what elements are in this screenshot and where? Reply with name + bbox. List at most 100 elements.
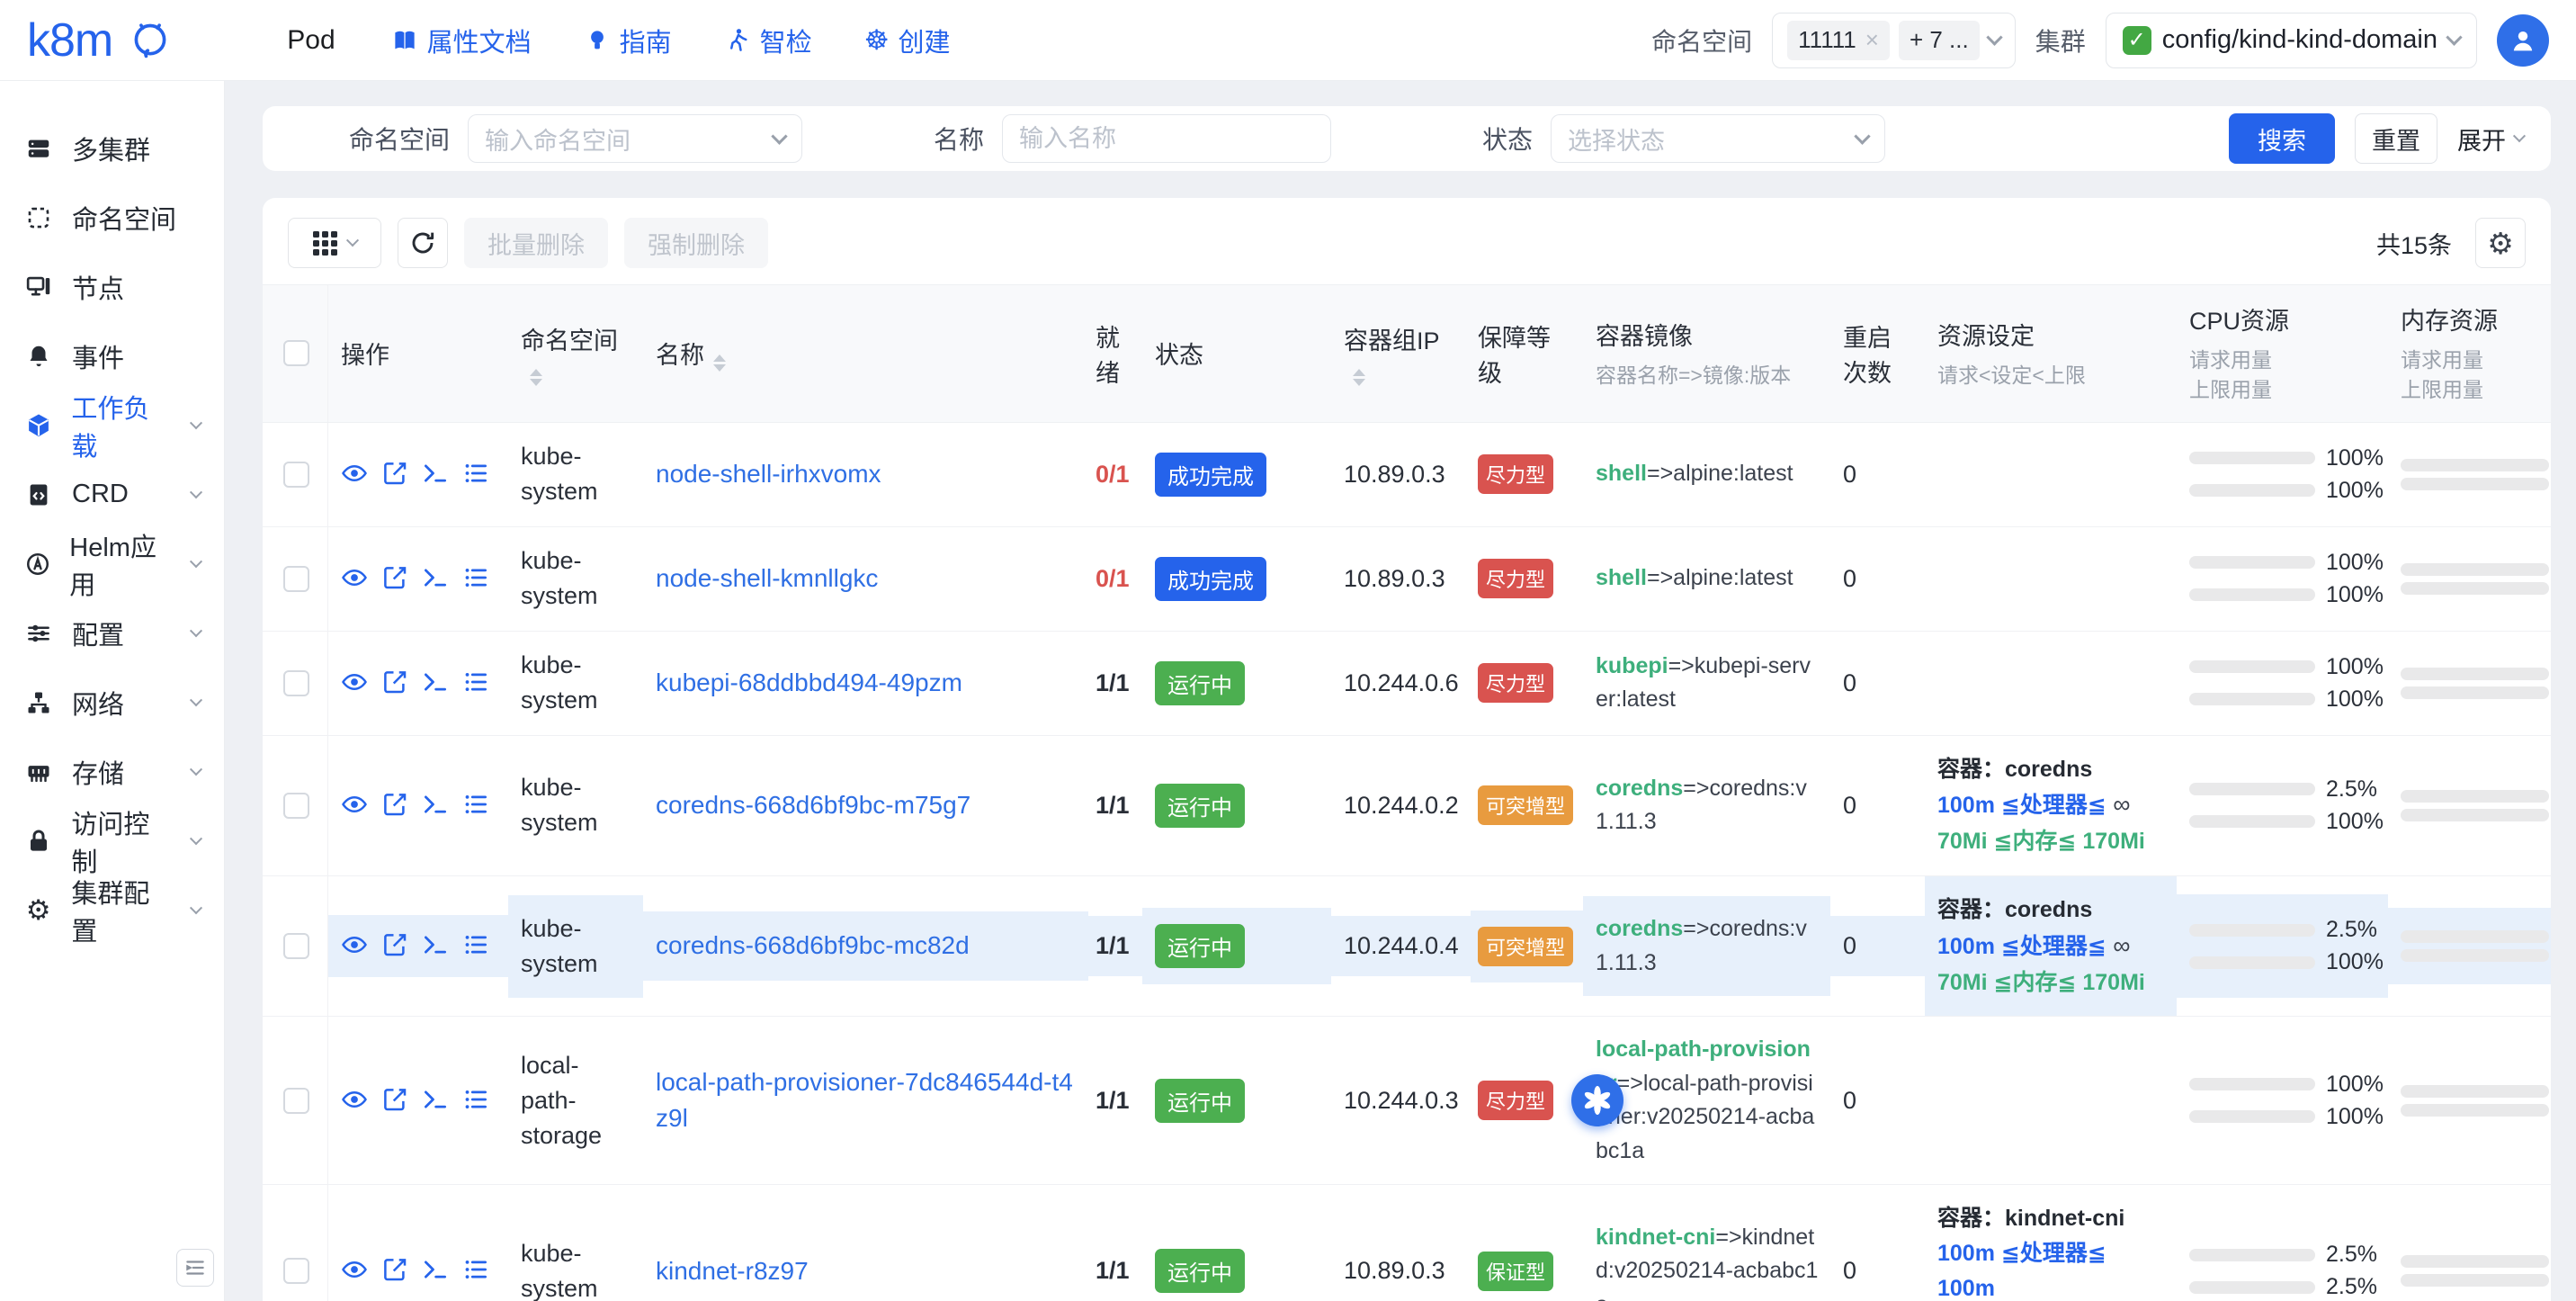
- row-checkbox[interactable]: [283, 793, 309, 819]
- pod-ip: 10.89.0.3: [1344, 565, 1445, 592]
- sort-icon: [713, 354, 726, 372]
- view-button[interactable]: [341, 931, 368, 961]
- table-row: kube-systemcoredns-668d6bf9bc-m75g71/1运行…: [263, 736, 2551, 876]
- row-checkbox[interactable]: [283, 462, 309, 488]
- col-header-ready: 就绪: [1088, 302, 1142, 405]
- sidebar-item-Helm应用[interactable]: Helm应用: [0, 529, 224, 598]
- row-checkbox[interactable]: [283, 566, 309, 592]
- sidebar-item-事件[interactable]: 事件: [0, 321, 224, 390]
- header-right: 命名空间 11111 × + 7 ... 集群 ✓ config/kind-ki…: [1651, 13, 2549, 68]
- terminal-button[interactable]: [422, 1086, 449, 1116]
- column-layout-button[interactable]: [288, 218, 381, 268]
- terminal-icon: [422, 564, 449, 594]
- edit-icon: [381, 931, 408, 961]
- batch-delete-button[interactable]: 批量删除: [464, 218, 608, 268]
- usage-meter: 100%: [2189, 686, 2377, 713]
- remove-tag-icon[interactable]: ×: [1865, 26, 1879, 54]
- filter-status-select[interactable]: 选择状态: [1551, 114, 1885, 163]
- log-button[interactable]: [462, 564, 489, 594]
- sidebar-item-存储[interactable]: 存储: [0, 737, 224, 806]
- edit-button[interactable]: [381, 564, 408, 594]
- total-count: 共15条: [2376, 226, 2452, 261]
- pod-name-link[interactable]: node-shell-kmnllgkc: [656, 564, 878, 592]
- github-icon[interactable]: [130, 21, 170, 60]
- ai-assistant-button[interactable]: [1571, 1074, 1623, 1126]
- nav-智检[interactable]: 智检: [724, 22, 812, 59]
- chevron-down-icon: [345, 234, 358, 247]
- gear-icon: ⚙: [2487, 229, 2514, 258]
- sidebar-item-配置[interactable]: 配置: [0, 598, 224, 668]
- edit-button[interactable]: [381, 1086, 408, 1116]
- pod-name-link[interactable]: kindnet-r8z97: [656, 1257, 809, 1285]
- sidebar-item-节点[interactable]: 节点: [0, 252, 224, 321]
- log-button[interactable]: [462, 1256, 489, 1286]
- table-row: kube-systemkindnet-r8z971/1运行中10.89.0.3保…: [263, 1185, 2551, 1301]
- log-button[interactable]: [462, 460, 489, 489]
- select-all-checkbox[interactable]: [283, 340, 309, 366]
- cpu-usage: 100%100%: [2177, 1049, 2388, 1153]
- terminal-button[interactable]: [422, 668, 449, 698]
- pod-name-link[interactable]: coredns-668d6bf9bc-mc82d: [656, 931, 970, 959]
- edit-button[interactable]: [381, 1256, 408, 1286]
- col-header-namespace[interactable]: 命名空间: [508, 305, 643, 402]
- nav-属性文档[interactable]: 属性文档: [391, 22, 532, 59]
- refresh-button[interactable]: [398, 218, 448, 268]
- force-delete-button[interactable]: 强制删除: [624, 218, 768, 268]
- cluster-select[interactable]: ✓ config/kind-kind-domain: [2106, 13, 2477, 68]
- terminal-button[interactable]: [422, 931, 449, 961]
- edit-button[interactable]: [381, 931, 408, 961]
- app-logo[interactable]: k8m: [27, 13, 112, 67]
- terminal-icon: [422, 668, 449, 698]
- filter-name-input[interactable]: [1002, 114, 1331, 163]
- sidebar-item-多集群[interactable]: 多集群: [0, 113, 224, 183]
- sidebar-item-工作负载[interactable]: 工作负载: [0, 390, 224, 460]
- view-button[interactable]: [341, 791, 368, 821]
- terminal-button[interactable]: [422, 460, 449, 489]
- edit-button[interactable]: [381, 668, 408, 698]
- sidebar-item-访问控制[interactable]: 访问控制: [0, 806, 224, 875]
- view-button[interactable]: [341, 564, 368, 594]
- sidebar-item-网络[interactable]: 网络: [0, 668, 224, 737]
- pod-name-link[interactable]: local-path-provisioner-7dc846544d-t4z9l: [656, 1068, 1073, 1133]
- user-avatar[interactable]: [2497, 14, 2549, 67]
- search-button[interactable]: 搜索: [2229, 113, 2335, 164]
- table-settings-button[interactable]: ⚙: [2475, 218, 2526, 268]
- log-button[interactable]: [462, 1086, 489, 1116]
- log-button[interactable]: [462, 931, 489, 961]
- pod-name-link[interactable]: coredns-668d6bf9bc-m75g7: [656, 791, 970, 819]
- row-checkbox[interactable]: [283, 1088, 309, 1114]
- sidebar-collapse-button[interactable]: [176, 1249, 214, 1287]
- terminal-button[interactable]: [422, 564, 449, 594]
- view-button[interactable]: [341, 668, 368, 698]
- nav-指南[interactable]: 指南: [584, 22, 672, 59]
- usage-meter: [2401, 1274, 2551, 1287]
- log-button[interactable]: [462, 791, 489, 821]
- nav-创建[interactable]: ☸创建: [864, 22, 951, 59]
- sidebar-item-集群配置[interactable]: ⚙集群配置: [0, 875, 224, 945]
- expand-link[interactable]: 展开: [2457, 121, 2524, 157]
- row-checkbox[interactable]: [283, 670, 309, 696]
- terminal-button[interactable]: [422, 1256, 449, 1286]
- cluster-config-icon: ⚙: [23, 896, 53, 924]
- view-button[interactable]: [341, 460, 368, 489]
- edit-button[interactable]: [381, 460, 408, 489]
- filter-namespace-select[interactable]: 输入命名空间: [468, 114, 802, 163]
- pod-name-link[interactable]: node-shell-irhxvomx: [656, 460, 881, 488]
- cluster-select-label: 集群: [2035, 22, 2086, 58]
- filter-bar: 命名空间 输入命名空间 名称 状态 选择状态: [263, 106, 2551, 171]
- view-button[interactable]: [341, 1086, 368, 1116]
- row-checkbox[interactable]: [283, 1258, 309, 1284]
- log-button[interactable]: [462, 668, 489, 698]
- reset-button[interactable]: 重置: [2355, 113, 2437, 164]
- sidebar-item-命名空间[interactable]: 命名空间: [0, 183, 224, 252]
- view-button[interactable]: [341, 1256, 368, 1286]
- row-checkbox[interactable]: [283, 933, 309, 959]
- terminal-button[interactable]: [422, 791, 449, 821]
- status-badge: 成功完成: [1155, 557, 1266, 601]
- col-header-pod-ip[interactable]: 容器组IP: [1331, 305, 1471, 402]
- col-header-name[interactable]: 名称: [643, 319, 1088, 388]
- namespace-multiselect[interactable]: 11111 × + 7 ...: [1772, 13, 2016, 68]
- pod-name-link[interactable]: kubepi-68ddbbd494-49pzm: [656, 668, 962, 696]
- sidebar-item-CRD[interactable]: CRD: [0, 460, 224, 529]
- edit-button[interactable]: [381, 791, 408, 821]
